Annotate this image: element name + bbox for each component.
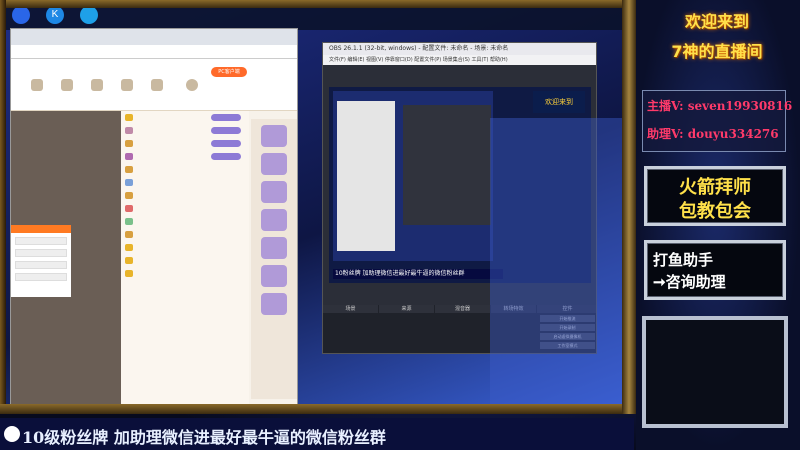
welcome-banner: 欢迎来到 7神的直播间 bbox=[642, 4, 796, 76]
obs-title: OBS 26.1.1 (32-bit, windows) - 配置文件: 未命名… bbox=[323, 43, 596, 55]
frame-bottom bbox=[0, 404, 634, 414]
frame-left bbox=[0, 0, 6, 412]
gift-column bbox=[251, 119, 297, 399]
app-icon-3[interactable] bbox=[80, 6, 98, 24]
address-bar[interactable] bbox=[11, 45, 297, 59]
preview-desktop bbox=[333, 91, 493, 261]
list-item bbox=[121, 228, 249, 241]
overlay-ghost-panel bbox=[490, 118, 622, 408]
welcome-line2: 7神的直播间 bbox=[671, 42, 763, 61]
dock-mixer-header: 混音器 bbox=[435, 305, 490, 313]
gift-icon[interactable] bbox=[261, 181, 287, 203]
browser-title bbox=[11, 29, 297, 45]
list-item bbox=[121, 241, 249, 254]
list-item bbox=[121, 111, 249, 124]
preview-caption: 10粉丝牌 加助理微信进最好最牛逼的微信粉丝群 bbox=[333, 269, 503, 279]
rocket-box: 火箭拜师 包教包会 bbox=[644, 166, 786, 226]
dialog-field[interactable] bbox=[15, 237, 67, 245]
list-item bbox=[121, 163, 249, 176]
dialog-field[interactable] bbox=[15, 261, 67, 269]
webcam-frame bbox=[642, 316, 788, 428]
preview-banner: 欢迎来到 bbox=[533, 91, 585, 113]
list-item bbox=[121, 267, 249, 280]
list-item bbox=[121, 202, 249, 215]
gift-icon[interactable] bbox=[261, 265, 287, 287]
gift-icon[interactable] bbox=[261, 153, 287, 175]
host-contact: 主播V: seven19930816 bbox=[647, 99, 793, 113]
ticker-text: 10级粉丝牌 加助理微信进最好最牛逼的微信粉丝群 bbox=[22, 428, 386, 447]
pc-client-button[interactable]: PC客户端 bbox=[211, 67, 247, 77]
app-icon-1[interactable] bbox=[12, 6, 30, 24]
fish-box: 打鱼助手 ➞咨询助理 bbox=[644, 240, 786, 300]
dialog-field[interactable] bbox=[15, 273, 67, 281]
list-item bbox=[121, 150, 249, 163]
list-item bbox=[121, 137, 249, 150]
stream-stage: K PC客户端 OBS 26.1.1 (32-bit, windows) - 配… bbox=[0, 0, 800, 450]
site-nav: PC客户端 bbox=[11, 59, 297, 111]
gift-icon[interactable] bbox=[261, 209, 287, 231]
gift-icon[interactable] bbox=[261, 125, 287, 147]
dialog-field[interactable] bbox=[15, 249, 67, 257]
copy-dialog bbox=[11, 225, 71, 297]
welcome-line1: 欢迎来到 bbox=[684, 12, 749, 31]
list-item bbox=[121, 124, 249, 137]
avatar[interactable] bbox=[186, 79, 198, 91]
dock-scenes-header: 场景 bbox=[323, 305, 378, 313]
gift-icon[interactable] bbox=[261, 293, 287, 315]
ticker-bar: 10级粉丝牌 加助理微信进最好最牛逼的微信粉丝群 bbox=[0, 418, 634, 450]
nav-game-icon[interactable] bbox=[91, 79, 103, 91]
nav-category-icon[interactable] bbox=[61, 79, 73, 91]
fish-line2: ➞咨询助理 bbox=[653, 273, 726, 291]
gift-icon[interactable] bbox=[261, 237, 287, 259]
nav-follow-icon[interactable] bbox=[121, 79, 133, 91]
obs-menu-bar[interactable]: 文件(F) 编辑(E) 视图(V) 停靠窗口(D) 配置文件(P) 场景集合(S… bbox=[323, 55, 596, 65]
rocket-line2: 包教包会 bbox=[679, 201, 751, 222]
list-item bbox=[121, 189, 249, 202]
streamer-desktop: K PC客户端 OBS 26.1.1 (32-bit, windows) - 配… bbox=[0, 0, 622, 408]
frame-divider bbox=[622, 0, 636, 414]
preview-obs bbox=[403, 105, 491, 225]
assistant-contact: 助理V: douyu334276 bbox=[647, 127, 779, 141]
browser-page: PC客户端 bbox=[11, 59, 297, 405]
browser-window: PC客户端 bbox=[10, 28, 298, 406]
ticker-dot-icon bbox=[4, 426, 20, 442]
rocket-line1: 火箭拜师 bbox=[679, 177, 751, 198]
chat-list bbox=[121, 111, 249, 405]
preview-browser bbox=[337, 101, 395, 251]
nav-message-icon[interactable] bbox=[151, 79, 163, 91]
nav-home-icon[interactable] bbox=[31, 79, 43, 91]
list-item bbox=[121, 176, 249, 189]
list-item bbox=[121, 215, 249, 228]
dock-sources-header: 来源 bbox=[379, 305, 434, 313]
contact-card: 主播V: seven19930816 助理V: douyu334276 bbox=[642, 90, 792, 152]
app-icon-2[interactable]: K bbox=[46, 6, 64, 24]
fish-line1: 打鱼助手 bbox=[653, 251, 714, 269]
list-item bbox=[121, 254, 249, 267]
